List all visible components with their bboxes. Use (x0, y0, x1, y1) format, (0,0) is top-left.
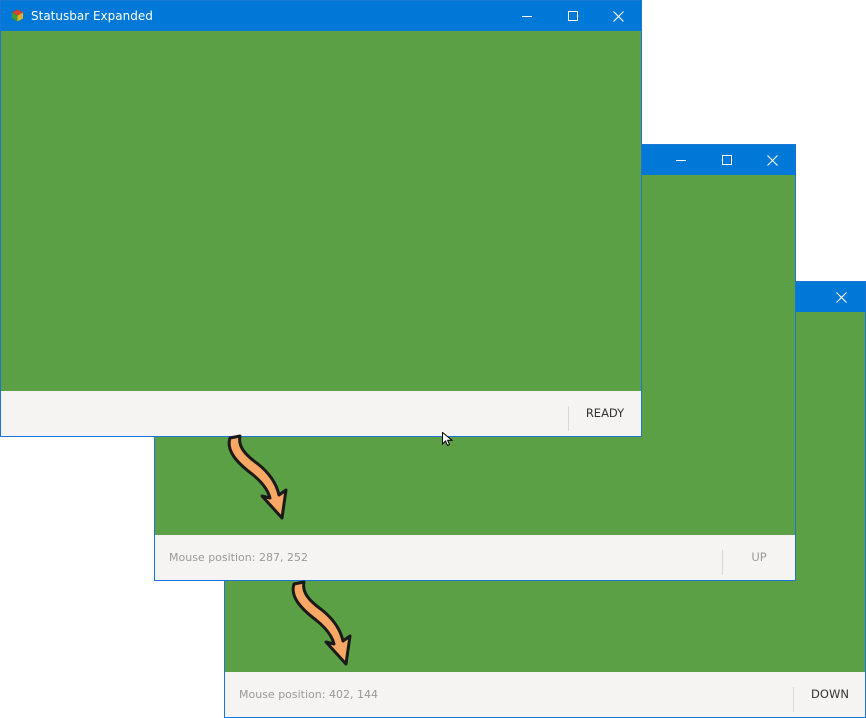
close-icon (835, 291, 847, 303)
window-title: Statusbar Expanded (31, 9, 153, 23)
status-separator (568, 406, 569, 431)
close-button[interactable] (595, 1, 641, 31)
down-arrow-icon (227, 434, 288, 520)
maximize-button[interactable] (704, 145, 750, 175)
minimize-button[interactable] (658, 145, 704, 175)
close-button[interactable] (818, 282, 864, 312)
state-label: UP (751, 550, 767, 564)
close-icon (612, 10, 624, 22)
window-ready: Statusbar Expanded READY (0, 0, 642, 437)
state-label: READY (585, 406, 625, 420)
state-label: DOWN (811, 687, 849, 701)
close-button[interactable] (749, 145, 795, 175)
mouse-cursor-icon (442, 432, 454, 446)
client-area[interactable] (1, 31, 641, 391)
mouse-position-text: Mouse position: 402, 144 (239, 688, 378, 701)
status-bar: READY (1, 391, 641, 436)
status-bar: Mouse position: 287, 252 UP (155, 535, 795, 580)
maximize-icon (722, 155, 732, 165)
mouse-position-text: Mouse position: 287, 252 (169, 551, 308, 564)
maximize-button[interactable] (550, 1, 596, 31)
app-icon (12, 9, 23, 22)
title-bar[interactable]: Statusbar Expanded (1, 1, 641, 31)
down-arrow-icon (291, 580, 352, 666)
minimize-icon (522, 16, 532, 17)
minimize-button[interactable] (504, 1, 550, 31)
status-bar: Mouse position: 402, 144 DOWN (225, 672, 865, 717)
close-icon (766, 154, 778, 166)
status-separator (793, 687, 794, 712)
status-separator (722, 550, 723, 575)
minimize-icon (676, 160, 686, 161)
maximize-icon (568, 11, 578, 21)
